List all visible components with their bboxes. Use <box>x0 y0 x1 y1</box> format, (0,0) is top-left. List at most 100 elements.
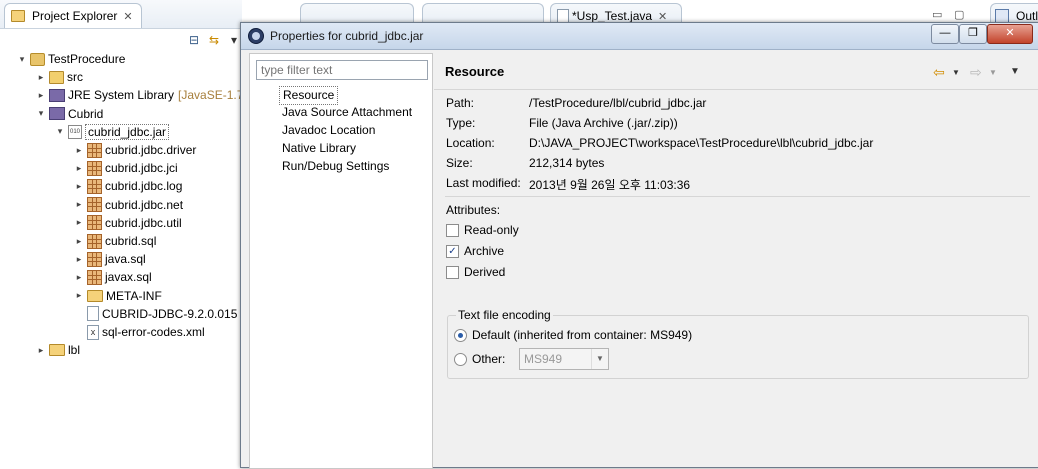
tree-item-label: CUBRID-JDBC-9.2.0.015 <box>102 306 238 321</box>
forward-arrow-icon[interactable]: ⇨ <box>970 64 982 81</box>
archive-checkbox[interactable]: ✓ Archive <box>446 244 504 258</box>
tree-item[interactable]: ▾ 010 cubrid_jdbc.jar <box>54 123 170 141</box>
filter-input[interactable] <box>256 60 428 80</box>
collapsed-arrow-icon[interactable]: ▸ <box>35 90 47 101</box>
collapsed-arrow-icon[interactable]: ▸ <box>73 181 85 192</box>
tree-item[interactable]: ▾ TestProcedure <box>16 50 126 68</box>
maximize-button[interactable]: ❐ <box>959 24 987 44</box>
read-only-checkbox[interactable]: Read-only <box>446 223 519 237</box>
page-title: Resource <box>445 64 505 79</box>
tree-item-label: cubrid.jdbc.net <box>105 197 184 212</box>
nav-item-resource[interactable]: Resource <box>279 86 339 105</box>
collapsed-arrow-icon[interactable]: ▸ <box>73 217 85 228</box>
library-icon <box>49 107 65 121</box>
tree-item-label: cubrid.jdbc.log <box>105 179 183 194</box>
encoding-combo[interactable]: MS949 ▼ <box>519 348 609 370</box>
tree-item[interactable]: ▾ Cubrid <box>35 105 104 123</box>
package-icon <box>87 142 102 158</box>
collapsed-arrow-icon[interactable]: ▸ <box>73 199 85 210</box>
close-icon[interactable]: ✕ <box>658 10 667 23</box>
collapsed-arrow-icon[interactable]: ▸ <box>73 145 85 156</box>
back-dropdown-icon[interactable]: ▼ <box>952 68 960 77</box>
default-encoding-radio[interactable]: Default (inherited from container: MS949… <box>454 328 692 342</box>
file-icon <box>87 306 99 322</box>
project-explorer-icon <box>11 10 25 22</box>
collapsed-arrow-icon[interactable]: ▸ <box>35 72 47 83</box>
nav-item-native-library[interactable]: Native Library <box>279 140 359 157</box>
type-value: File (Java Archive (.jar/.zip)) <box>529 116 678 130</box>
property-page-content: Resource ⇦ ▼ ⇨ ▼ ▼ Path: /TestProcedure/… <box>434 53 1038 467</box>
size-value: 212,314 bytes <box>529 156 605 170</box>
read-only-label: Read-only <box>464 223 519 237</box>
tree-item-suffix: [JavaSE-1.7 <box>178 88 244 103</box>
back-arrow-icon[interactable]: ⇦ <box>933 64 945 81</box>
other-encoding-label: Other: <box>472 352 506 366</box>
tree-item-label: JRE System Library <box>68 88 175 103</box>
link-with-editor-icon[interactable]: ⇆ <box>206 32 222 48</box>
tree-item-label: TestProcedure <box>48 52 126 66</box>
tree-item[interactable]: ▸ java.sql <box>73 250 146 268</box>
radio-dot[interactable] <box>454 352 467 366</box>
collapsed-arrow-icon[interactable]: ▸ <box>73 236 85 247</box>
minimize-button[interactable]: — <box>931 24 959 44</box>
tree-item[interactable]: ▸ cubrid.jdbc.log <box>73 177 182 195</box>
package-icon <box>87 215 102 231</box>
eclipse-icon <box>248 28 264 44</box>
view-menu-icon[interactable]: ▼ <box>1010 66 1020 77</box>
close-button[interactable]: ✕ <box>987 24 1033 44</box>
nav-item-javadoc-location[interactable]: Javadoc Location <box>279 122 378 139</box>
tree-item[interactable]: CUBRID-JDBC-9.2.0.015 <box>73 305 237 323</box>
tree-item[interactable]: ▸ cubrid.jdbc.driver <box>73 141 196 159</box>
tree-item[interactable]: ▸ cubrid.jdbc.net <box>73 196 183 214</box>
nav-item-java-source-attachment[interactable]: Java Source Attachment <box>279 104 415 121</box>
expanded-arrow-icon[interactable]: ▾ <box>54 126 66 137</box>
type-label: Type: <box>446 116 476 130</box>
jar-icon: 010 <box>68 124 82 139</box>
dialog-titlebar[interactable]: Properties for cubrid_jdbc.jar — ❐ ✕ <box>241 23 1038 50</box>
package-icon <box>87 251 102 267</box>
collapsed-arrow-icon[interactable]: ▸ <box>73 163 85 174</box>
size-label: Size: <box>446 156 473 170</box>
tree-item[interactable]: ▸ lbl <box>35 341 80 359</box>
maximize-view-icon[interactable]: ▢ <box>954 8 964 21</box>
checkbox-box[interactable] <box>446 223 459 237</box>
property-page-tree: Resource Java Source Attachment Javadoc … <box>249 53 433 469</box>
xml-file-icon: x <box>87 324 99 340</box>
expanded-arrow-icon[interactable]: ▾ <box>35 108 47 119</box>
expanded-arrow-icon[interactable]: ▾ <box>16 54 28 65</box>
dialog-title: Properties for cubrid_jdbc.jar <box>270 29 424 43</box>
checkbox-box[interactable]: ✓ <box>446 244 459 258</box>
tree-item[interactable]: ▸ JRE System Library [JavaSE-1.7 <box>35 86 244 104</box>
tree-item-label: cubrid_jdbc.jar <box>85 123 170 140</box>
tree-item[interactable]: ▸ cubrid.jdbc.util <box>73 214 182 232</box>
collapsed-arrow-icon[interactable]: ▸ <box>73 290 85 301</box>
collapsed-arrow-icon[interactable]: ▸ <box>73 272 85 283</box>
collapsed-arrow-icon[interactable]: ▸ <box>73 254 85 265</box>
tree-item-label: cubrid.jdbc.util <box>105 215 182 230</box>
checkbox-box[interactable] <box>446 265 459 279</box>
tree-item[interactable]: ▸ cubrid.jdbc.jci <box>73 159 178 177</box>
tree-item-label: cubrid.jdbc.driver <box>105 143 197 157</box>
separator <box>445 196 1030 197</box>
other-encoding-radio[interactable]: Other: <box>454 352 505 366</box>
radio-dot[interactable] <box>454 328 467 342</box>
collapse-all-icon[interactable]: ⊟ <box>186 32 202 48</box>
tree-item[interactable]: x sql-error-codes.xml <box>73 323 205 341</box>
tree-item[interactable]: ▸ META-INF <box>73 287 162 305</box>
project-explorer-tab[interactable]: Project Explorer ✕ <box>4 3 142 28</box>
nav-item-run-debug-settings[interactable]: Run/Debug Settings <box>279 158 392 175</box>
chevron-down-icon[interactable]: ▼ <box>591 349 608 369</box>
minimize-view-icon[interactable]: ▭ <box>932 8 942 21</box>
forward-dropdown-icon[interactable]: ▼ <box>989 68 997 77</box>
collapsed-arrow-icon[interactable]: ▸ <box>35 345 47 356</box>
path-label: Path: <box>446 96 475 110</box>
tree-item[interactable]: ▸ src <box>35 68 83 86</box>
tree-item[interactable]: ▸ cubrid.sql <box>73 232 156 250</box>
attributes-label: Attributes: <box>446 203 501 217</box>
derived-label: Derived <box>464 265 506 279</box>
close-icon[interactable]: ✕ <box>123 10 132 23</box>
tree-item-label: src <box>67 70 83 85</box>
derived-checkbox[interactable]: Derived <box>446 265 505 279</box>
package-icon <box>87 233 102 249</box>
tree-item[interactable]: ▸ javax.sql <box>73 268 152 286</box>
